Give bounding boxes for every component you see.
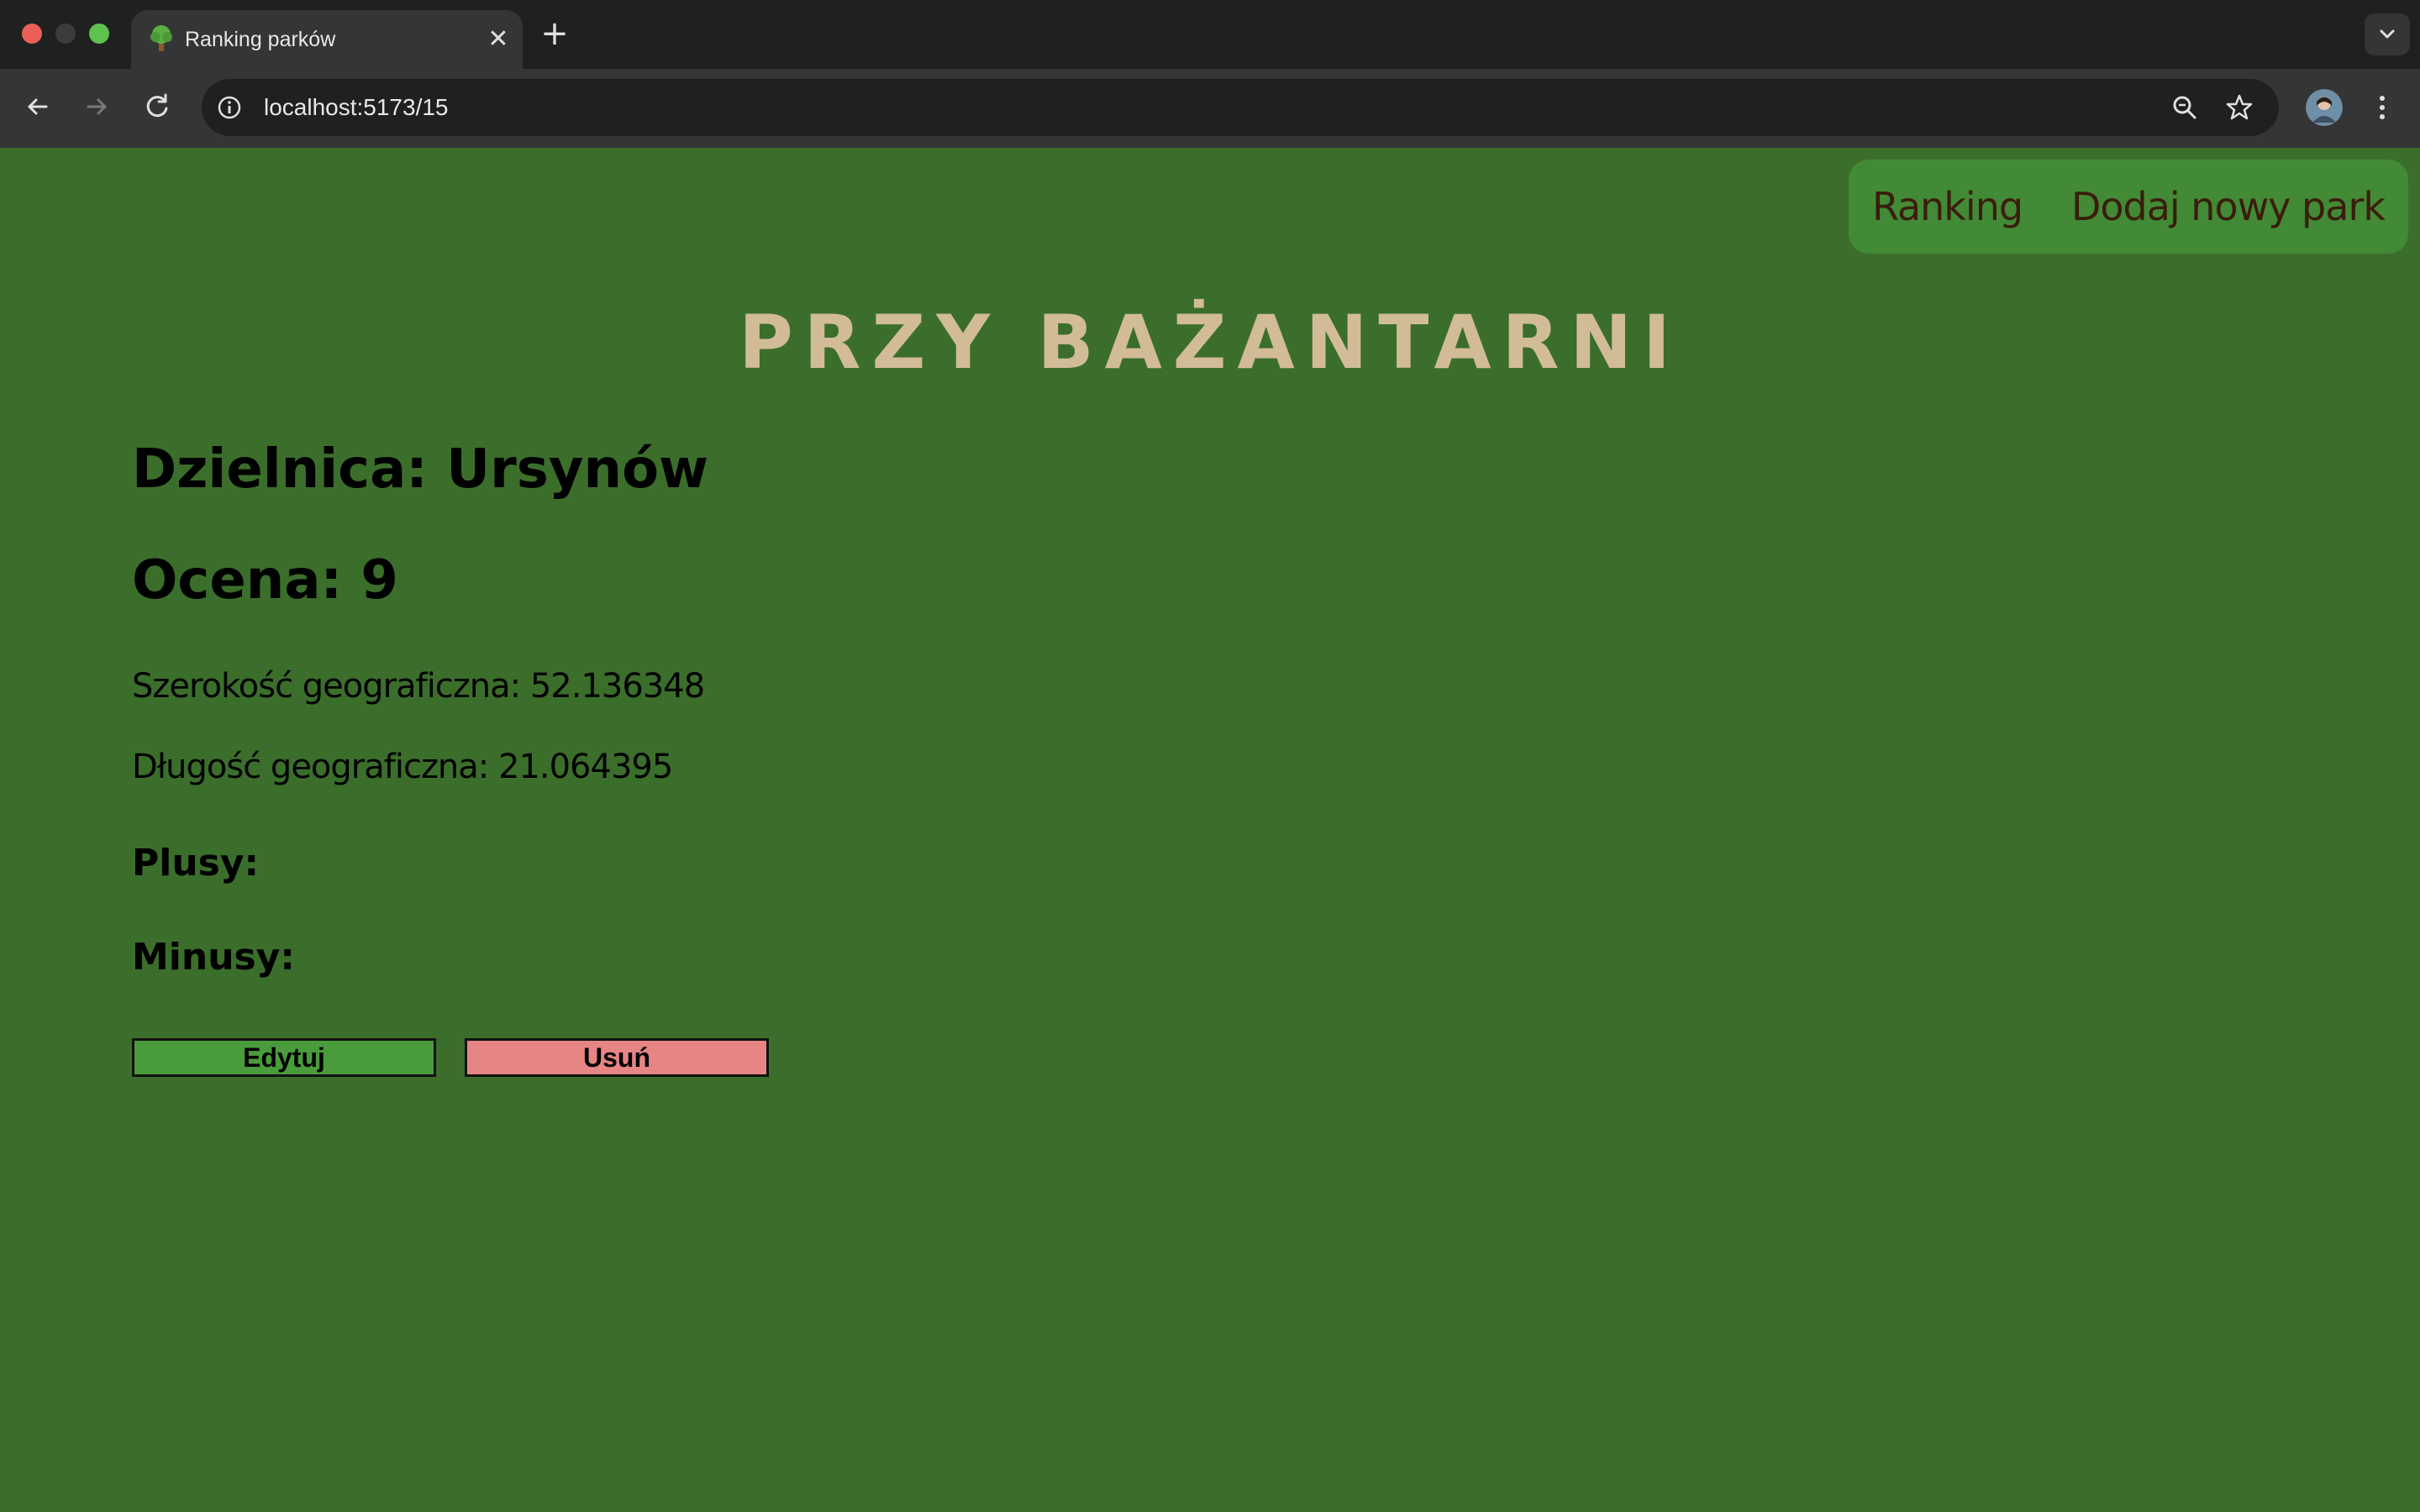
park-longitude: Długość geograficzna: 21.064395 (132, 748, 673, 786)
url-text[interactable]: localhost:5173/15 (264, 79, 449, 136)
cons-heading: Minusy: (132, 936, 295, 979)
tab-close-icon[interactable]: ✕ (486, 27, 511, 52)
park-latitude: Szerokość geograficzna: 52.136348 (132, 667, 705, 706)
back-button[interactable] (18, 87, 57, 126)
new-tab-button[interactable]: + (539, 15, 570, 52)
reload-icon (146, 93, 168, 118)
forward-button[interactable] (77, 87, 116, 126)
nav-link-ranking[interactable]: Ranking (1872, 184, 2023, 229)
top-navigation: Ranking Dodaj nowy park (1849, 160, 2408, 254)
address-bar[interactable]: localhost:5173/15 (202, 79, 2279, 136)
browser-toolbar: localhost:5173/15 (0, 69, 2420, 148)
browser-tab[interactable]: Ranking parków ✕ (131, 10, 523, 69)
arrow-left-icon (28, 98, 48, 115)
browser-tabstrip: Ranking parków ✕ + (0, 0, 2420, 69)
tab-title: Ranking parków (185, 28, 336, 51)
pros-heading: Plusy: (132, 842, 260, 885)
nav-link-add-park[interactable]: Dodaj nowy park (2071, 184, 2386, 229)
site-info-icon[interactable] (215, 93, 244, 122)
zoom-out-icon[interactable] (2170, 92, 2200, 123)
browser-menu-button[interactable] (2368, 87, 2396, 128)
edit-button[interactable]: Edytuj (132, 1038, 436, 1077)
tab-search-button[interactable] (2365, 13, 2410, 55)
more-vertical-icon (2380, 96, 2385, 119)
window-close-button[interactable] (22, 24, 42, 44)
bookmark-star-icon[interactable] (2223, 92, 2255, 123)
park-rating: Ocena: 9 (132, 549, 398, 612)
window-minimize-button[interactable] (55, 24, 76, 44)
reload-button[interactable] (138, 87, 176, 126)
arrow-right-icon (87, 98, 107, 115)
profile-avatar[interactable] (2306, 89, 2343, 126)
page-content: Ranking Dodaj nowy park PRZY BAŻANTARNI … (0, 148, 2420, 1512)
tree-icon (146, 24, 176, 54)
chevron-down-icon (2380, 29, 2395, 39)
delete-button[interactable]: Usuń (465, 1038, 769, 1077)
park-district: Dzielnica: Ursynów (132, 438, 709, 501)
window-zoom-button[interactable] (89, 24, 109, 44)
park-title: PRZY BAŻANTARNI (739, 299, 1681, 386)
